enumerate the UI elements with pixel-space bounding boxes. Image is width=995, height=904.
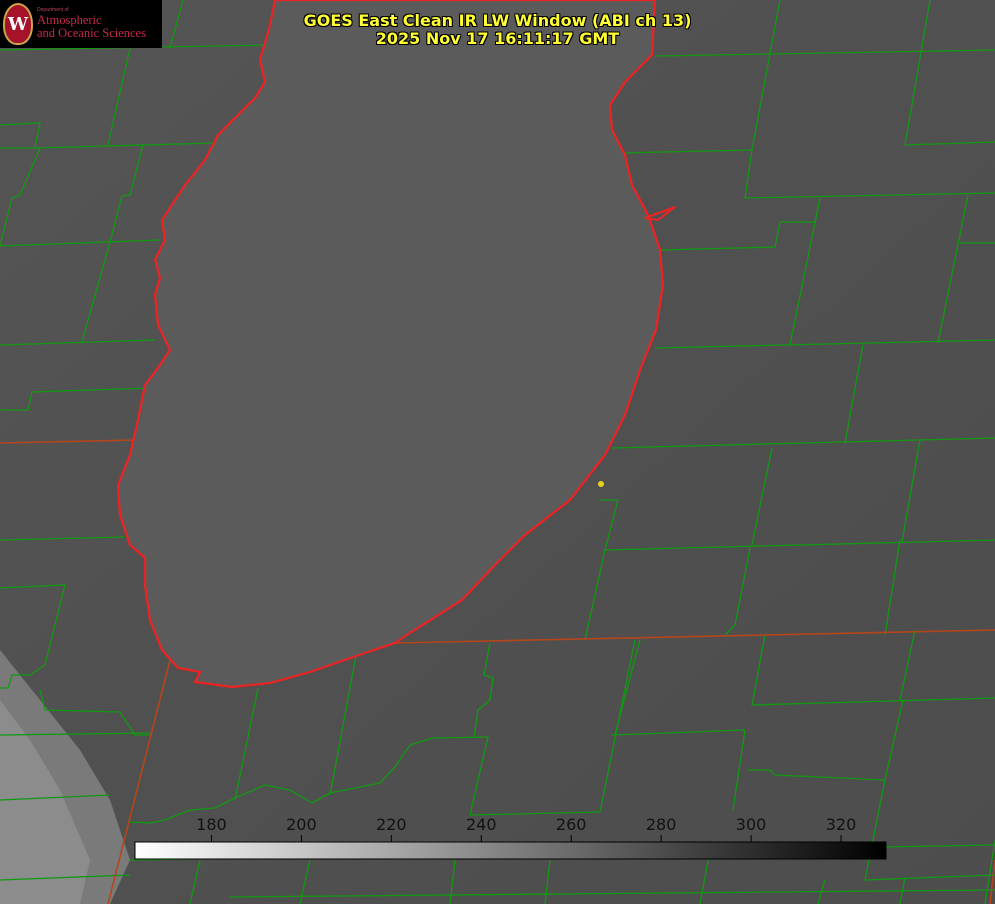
image-timestamp: 2025 Nov 17 16:11:17 GMT xyxy=(375,29,620,48)
satellite-map xyxy=(0,0,995,904)
location-marker xyxy=(598,481,604,487)
colorbar-gradient xyxy=(134,841,887,860)
colorbar-tick-label: 180 xyxy=(196,815,227,834)
colorbar-tick-label: 300 xyxy=(735,815,767,834)
colorbar-tick-label: 240 xyxy=(465,815,497,834)
colorbar-tick-label: 200 xyxy=(286,815,317,834)
colorbar-tick-label: 260 xyxy=(555,815,587,834)
image-title: GOES East Clean IR LW Window (ABI ch 13) xyxy=(303,11,692,30)
colorbar-tick-label: 320 xyxy=(825,815,857,834)
colorbar-tick-label: 220 xyxy=(376,815,407,834)
colorbar-tick-label: 280 xyxy=(645,815,677,834)
